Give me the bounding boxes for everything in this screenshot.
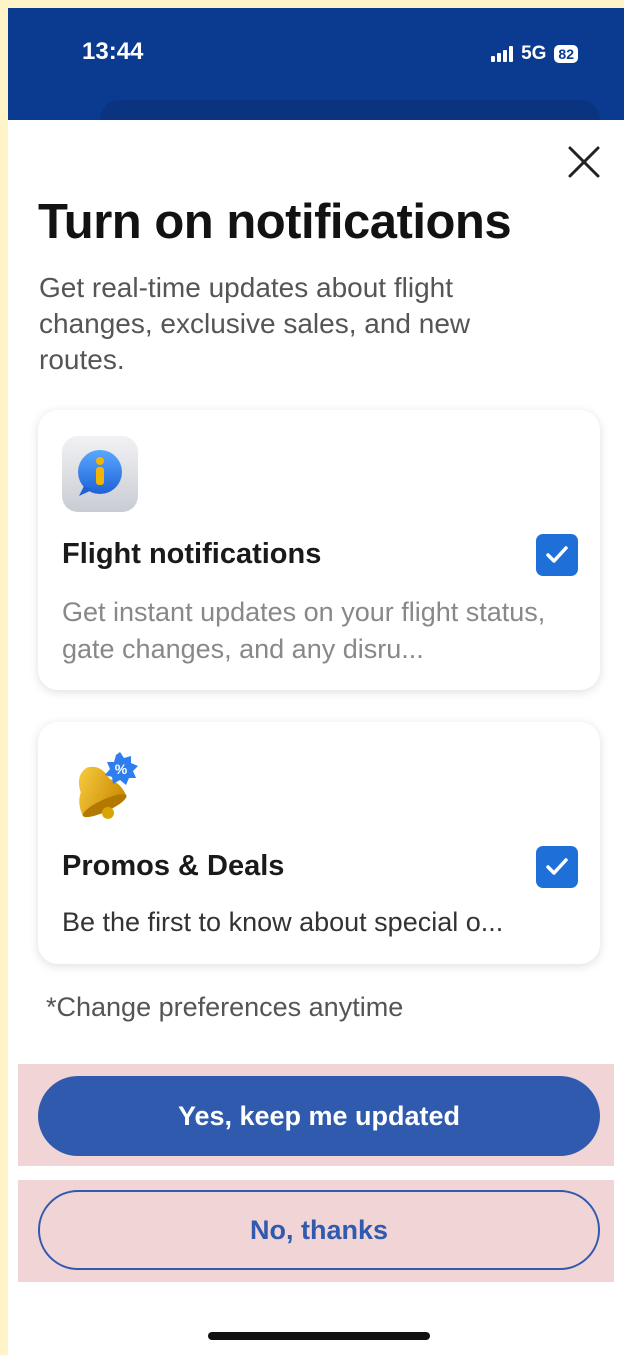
option-card-flight-notifications[interactable]: Flight notifications Get instant updates… <box>38 410 600 690</box>
signal-icon <box>491 46 514 62</box>
checkmark-icon <box>546 858 568 875</box>
option-description: Be the first to know about special o... <box>62 907 504 937</box>
modal-subtitle: Get real-time updates about flight chang… <box>39 272 471 375</box>
option-description: Get instant updates on your flight statu… <box>62 597 546 664</box>
preferences-note: *Change preferences anytime <box>46 992 404 1022</box>
app-screen: 13:44 5G 82 Turn on notifications Get re… <box>8 8 624 1355</box>
modal-title: Turn on notifications <box>38 195 512 249</box>
checkmark-icon <box>546 546 568 563</box>
status-indicators: 5G 82 <box>491 43 578 65</box>
close-icon <box>568 146 600 178</box>
svg-text:%: % <box>115 761 128 777</box>
bell-discount-icon: % <box>60 746 140 826</box>
secondary-button-highlight: No, thanks <box>18 1180 614 1282</box>
close-button[interactable] <box>564 142 604 182</box>
primary-button-highlight: Yes, keep me updated <box>18 1064 614 1166</box>
option-title: Promos & Deals <box>62 850 285 882</box>
battery-icon: 82 <box>554 45 578 63</box>
network-label: 5G <box>521 43 547 64</box>
keep-me-updated-button[interactable]: Yes, keep me updated <box>38 1076 600 1156</box>
status-bar: 13:44 5G 82 <box>8 8 624 140</box>
promos-deals-checkbox[interactable] <box>536 846 578 888</box>
notification-modal: Turn on notifications Get real-time upda… <box>8 120 624 1355</box>
no-thanks-button[interactable]: No, thanks <box>38 1190 600 1270</box>
status-time: 13:44 <box>82 38 144 65</box>
option-card-promos-deals[interactable]: % Promos & Deals Be the first to know ab… <box>38 722 600 964</box>
option-title: Flight notifications <box>62 538 322 570</box>
info-bubble-icon <box>60 434 140 514</box>
flight-notifications-checkbox[interactable] <box>536 534 578 576</box>
home-indicator <box>208 1332 430 1340</box>
